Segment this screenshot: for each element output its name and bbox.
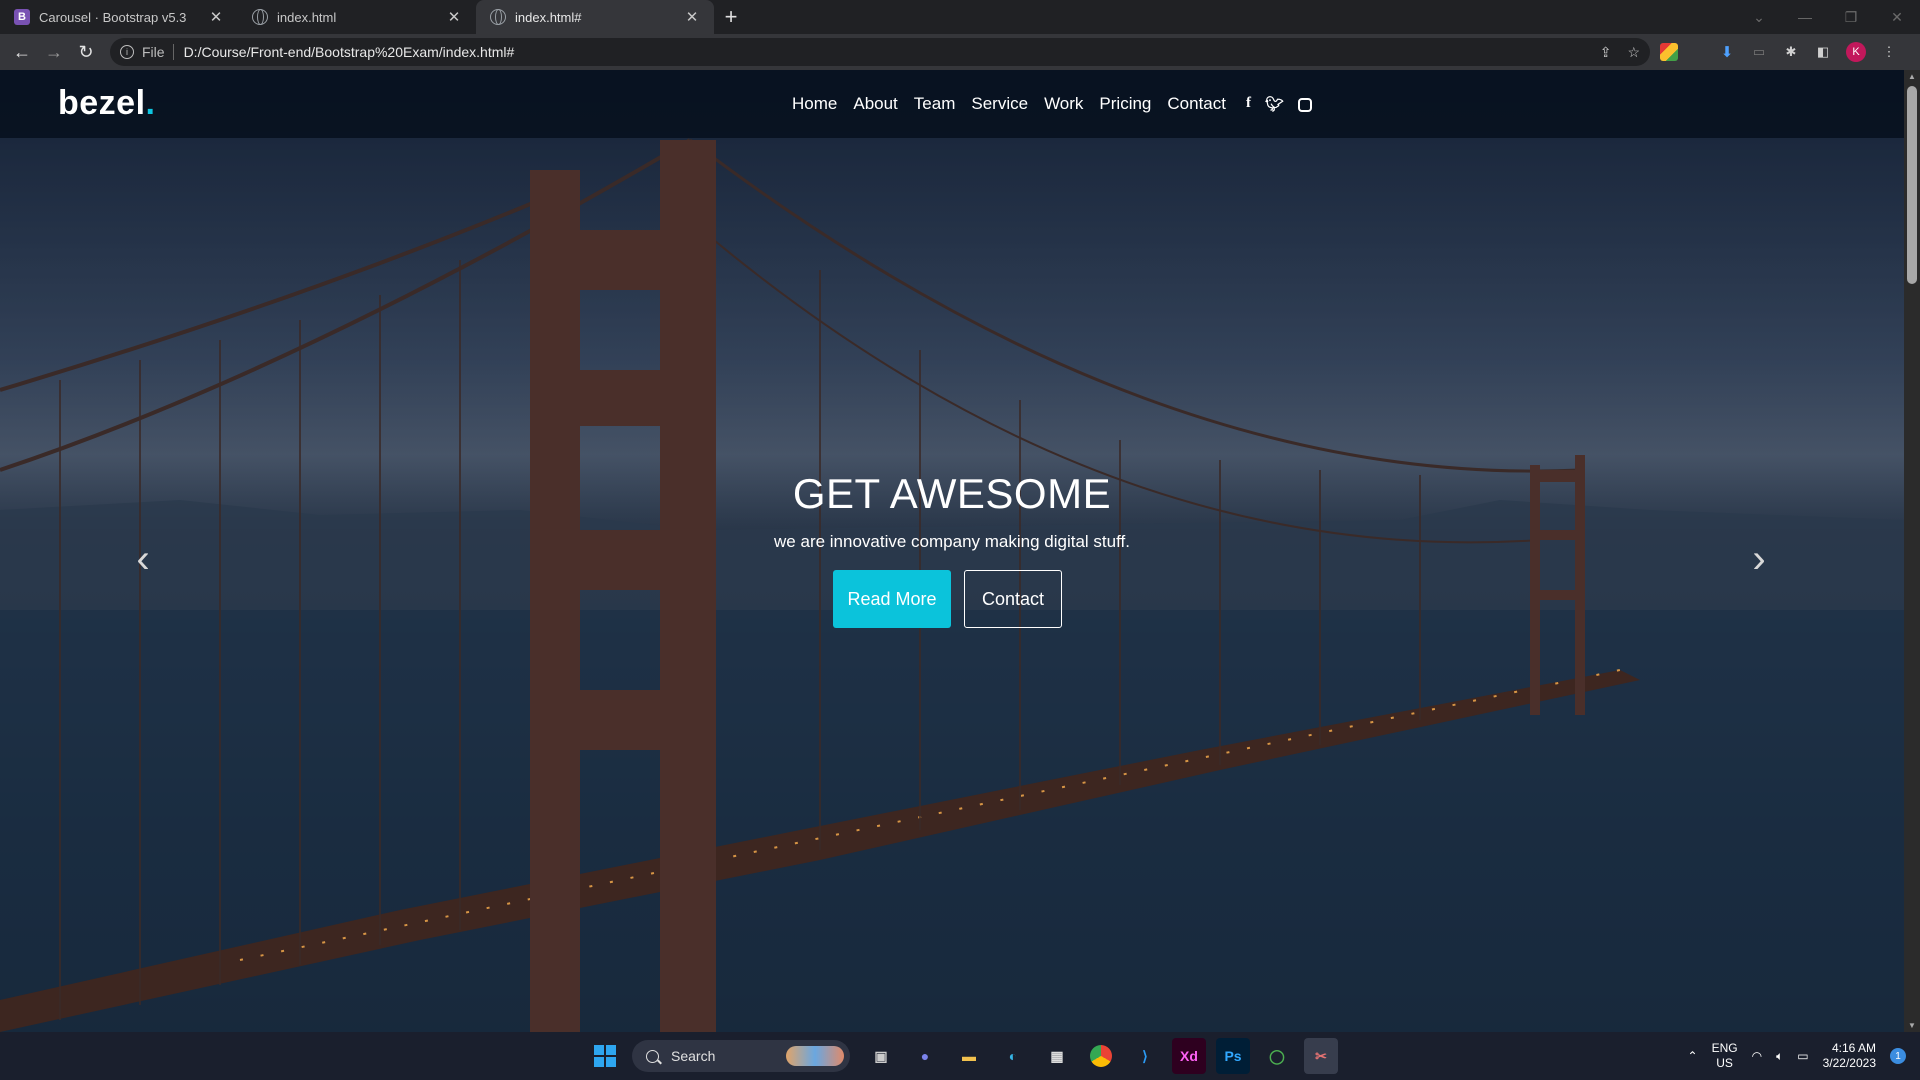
store-icon[interactable]: ▦ bbox=[1040, 1038, 1074, 1074]
site-navbar: bezel. Home About Team Service Work Pric… bbox=[0, 70, 1904, 138]
new-tab-button[interactable]: + bbox=[714, 0, 748, 34]
nav-link-team[interactable]: Team bbox=[914, 94, 956, 114]
adobe-xd-icon[interactable]: Xd bbox=[1172, 1038, 1206, 1074]
chrome-icon[interactable] bbox=[1084, 1038, 1118, 1074]
bookmark-star-icon[interactable]: ☆ bbox=[1627, 44, 1640, 61]
scroll-down-icon[interactable]: ▼ bbox=[1908, 1021, 1916, 1030]
download-extension-icon[interactable]: ⬇ bbox=[1718, 43, 1736, 61]
site-logo[interactable]: bezel. bbox=[58, 84, 156, 123]
snipping-tool-icon[interactable]: ✂ bbox=[1304, 1038, 1338, 1074]
globe-icon bbox=[252, 9, 268, 25]
wifi-icon[interactable]: ◠ bbox=[1752, 1049, 1762, 1063]
volume-icon[interactable]: 🔈︎ bbox=[1776, 1049, 1783, 1064]
nav-link-home[interactable]: Home bbox=[792, 94, 837, 114]
read-more-button[interactable]: Read More bbox=[833, 570, 951, 628]
facebook-icon[interactable]: f bbox=[1246, 95, 1251, 113]
search-highlight-art bbox=[786, 1046, 844, 1066]
battery-icon[interactable]: ▭ bbox=[1797, 1049, 1808, 1063]
nav-link-work[interactable]: Work bbox=[1044, 94, 1083, 114]
social-links: f 🐦︎ bbox=[1246, 95, 1313, 113]
bootstrap-icon: B bbox=[14, 9, 30, 25]
browser-tab-1[interactable]: B Carousel · Bootstrap v5.3 ✕ bbox=[0, 0, 238, 34]
divider bbox=[172, 44, 174, 60]
nav-link-about[interactable]: About bbox=[853, 94, 897, 114]
page-viewport: bezel. Home About Team Service Work Pric… bbox=[0, 70, 1904, 1032]
menu-dots-icon[interactable]: ⋮ bbox=[1880, 43, 1898, 61]
clock[interactable]: 4:16 AM 3/22/2023 bbox=[1823, 1041, 1876, 1071]
extensions-area: ⬇ ▭ ✱ ◧ K ⋮ bbox=[1660, 34, 1898, 70]
reload-button[interactable]: ↻ bbox=[70, 36, 102, 68]
lang-bottom: US bbox=[1716, 1056, 1733, 1070]
folder-icon[interactable]: ▬ bbox=[952, 1038, 986, 1074]
window-controls: ⌄ — ❐ ✕ bbox=[1736, 0, 1920, 34]
globe-icon bbox=[490, 9, 506, 25]
hero-subtitle: we are innovative company making digital… bbox=[774, 532, 1130, 551]
nav-menu: Home About Team Service Work Pricing Con… bbox=[792, 70, 1313, 138]
photoshop-icon[interactable]: Ps bbox=[1216, 1038, 1250, 1074]
taskbar-apps: ▣ ● ▬ ◐ ▦ ⟩ Xd Ps ◯ ✂ bbox=[864, 1038, 1338, 1074]
taskbar-search[interactable]: Search bbox=[632, 1040, 850, 1072]
close-tab-icon[interactable]: ✕ bbox=[684, 8, 700, 26]
lang-top: ENG bbox=[1711, 1041, 1738, 1055]
side-panel-icon[interactable]: ◧ bbox=[1814, 43, 1832, 61]
color-extension-icon[interactable] bbox=[1660, 43, 1678, 61]
system-tray: ⌃ ENG US ◠ 🔈︎ ▭ 4:16 AM 3/22/2023 1 bbox=[1688, 1032, 1906, 1080]
windows-taskbar: Search ▣ ● ▬ ◐ ▦ ⟩ Xd Ps ◯ ✂ ⌃ ENG US ◠ … bbox=[0, 1032, 1920, 1080]
browser-tab-2[interactable]: index.html ✕ bbox=[238, 0, 476, 34]
restore-button[interactable]: ❐ bbox=[1828, 9, 1874, 26]
close-window-button[interactable]: ✕ bbox=[1874, 9, 1920, 26]
edge-icon[interactable]: ◐ bbox=[996, 1038, 1030, 1074]
extension-icon[interactable]: ▭ bbox=[1750, 43, 1768, 61]
logo-text: bezel bbox=[58, 84, 146, 122]
instagram-icon[interactable] bbox=[1298, 98, 1313, 112]
nav-link-pricing[interactable]: Pricing bbox=[1099, 94, 1151, 114]
language-indicator[interactable]: ENG US bbox=[1712, 1041, 1738, 1071]
minimize-button[interactable]: — bbox=[1782, 9, 1828, 25]
browser-tab-strip: B Carousel · Bootstrap v5.3 ✕ index.html… bbox=[0, 0, 1920, 34]
forward-button[interactable]: → bbox=[38, 36, 70, 68]
page-scrollbar[interactable]: ▲ ▼ bbox=[1904, 70, 1920, 1032]
tab-title: index.html bbox=[277, 9, 337, 25]
search-icon bbox=[646, 1049, 659, 1063]
twitter-icon[interactable]: 🐦︎ bbox=[1265, 95, 1284, 113]
close-tab-icon[interactable]: ✕ bbox=[446, 8, 462, 26]
scroll-up-icon[interactable]: ▲ bbox=[1908, 72, 1916, 81]
file-explorer-icon[interactable]: ▣ bbox=[864, 1038, 898, 1074]
share-icon[interactable]: ⇪ bbox=[1600, 44, 1612, 61]
teams-icon[interactable]: ● bbox=[908, 1038, 942, 1074]
scrollbar-thumb[interactable] bbox=[1907, 86, 1917, 284]
time-text: 4:16 AM bbox=[1831, 1041, 1876, 1055]
search-label: Search bbox=[671, 1048, 716, 1064]
nav-link-service[interactable]: Service bbox=[971, 94, 1028, 114]
puzzle-icon[interactable]: ✱ bbox=[1782, 43, 1800, 61]
quicktime-icon[interactable]: ◯ bbox=[1260, 1038, 1294, 1074]
back-button[interactable]: ← bbox=[6, 36, 38, 68]
address-bar[interactable]: i File D:/Course/Front-end/Bootstrap%20E… bbox=[110, 38, 1650, 66]
url-text[interactable]: D:/Course/Front-end/Bootstrap%20Exam/ind… bbox=[184, 44, 515, 60]
notification-badge[interactable]: 1 bbox=[1890, 1048, 1906, 1064]
contact-button[interactable]: Contact bbox=[964, 570, 1062, 628]
vscode-icon[interactable]: ⟩ bbox=[1128, 1038, 1162, 1074]
info-icon[interactable]: i bbox=[120, 45, 134, 59]
hero-title: GET AWESOME bbox=[792, 470, 1112, 517]
close-tab-icon[interactable]: ✕ bbox=[208, 8, 224, 26]
browser-tab-3[interactable]: index.html# ✕ bbox=[476, 0, 714, 34]
profile-avatar[interactable]: K bbox=[1846, 42, 1866, 62]
logo-dot: . bbox=[145, 84, 156, 122]
windows-start-icon[interactable] bbox=[594, 1045, 616, 1067]
scheme-label: File bbox=[142, 44, 165, 60]
tab-title: index.html# bbox=[515, 9, 582, 25]
nav-link-contact[interactable]: Contact bbox=[1167, 94, 1226, 114]
tab-search-icon[interactable]: ⌄ bbox=[1736, 9, 1782, 26]
tab-title: Carousel · Bootstrap v5.3 bbox=[39, 9, 187, 25]
browser-toolbar: ← → ↻ i File D:/Course/Front-end/Bootstr… bbox=[0, 34, 1920, 70]
date-text: 3/22/2023 bbox=[1822, 1056, 1876, 1070]
chevron-up-icon[interactable]: ⌃ bbox=[1688, 1049, 1698, 1063]
